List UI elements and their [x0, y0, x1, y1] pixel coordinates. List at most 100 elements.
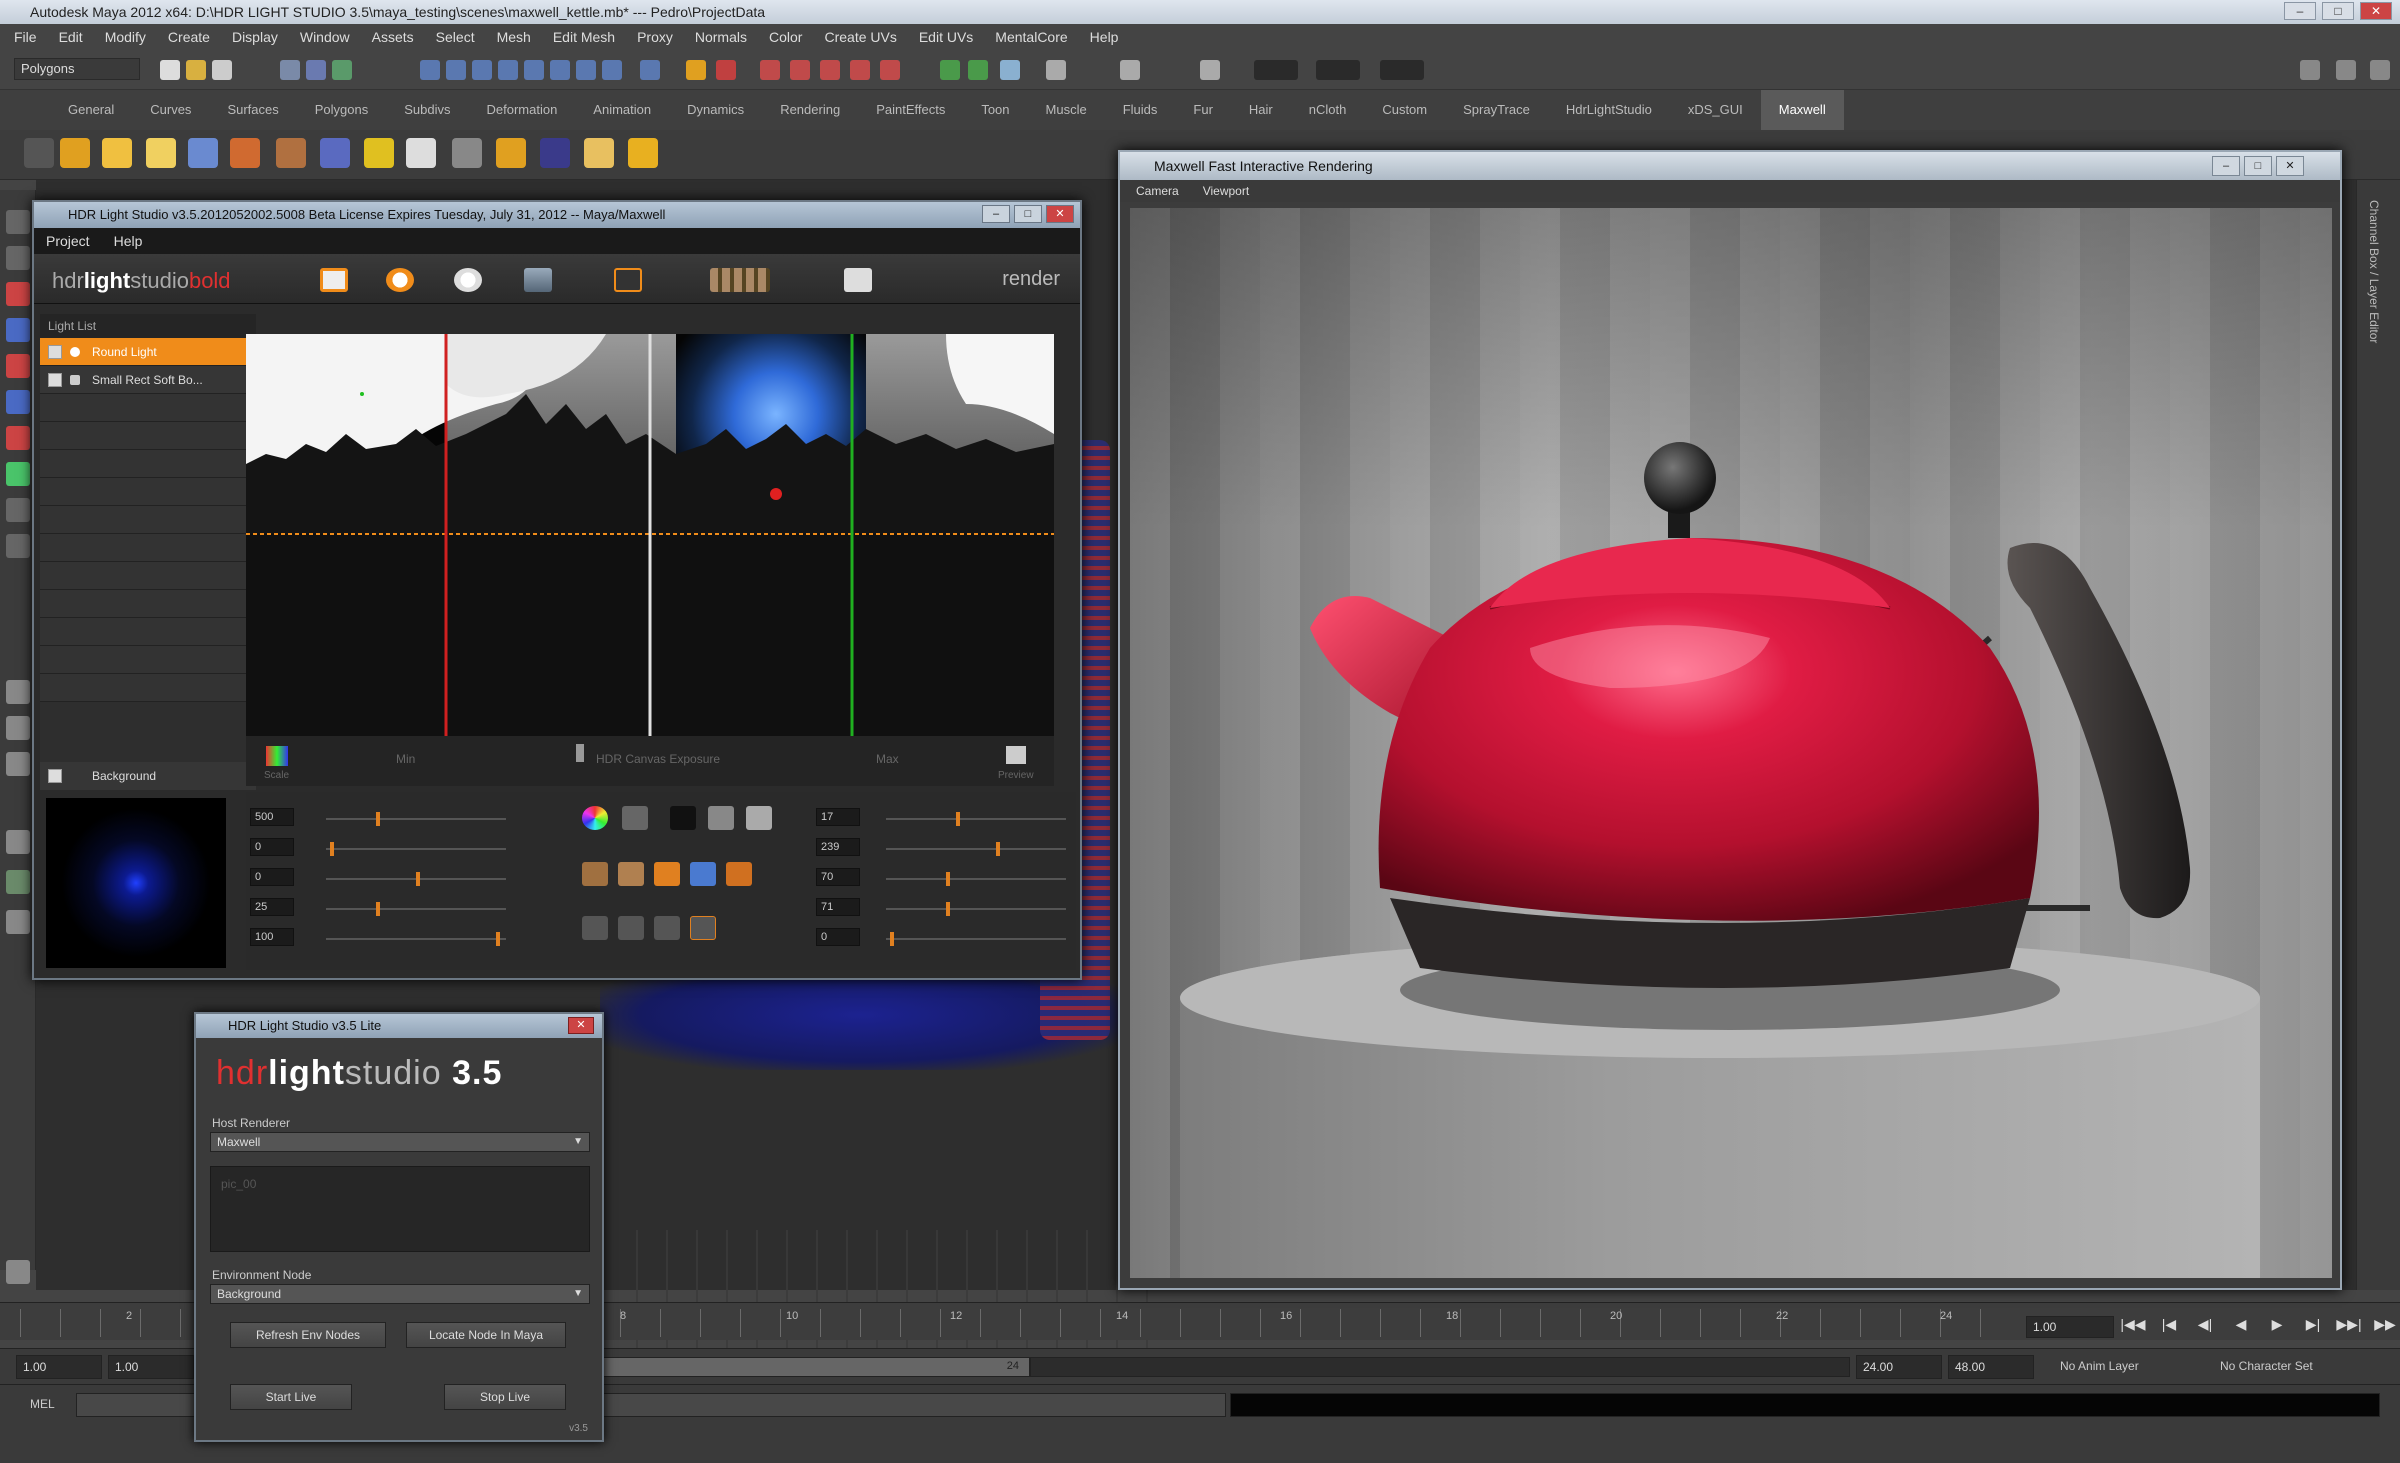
hdr-canvas[interactable] [246, 334, 1054, 736]
maxwell-studio-icon[interactable] [584, 138, 614, 168]
save-scene-icon[interactable] [212, 60, 232, 80]
history-icon[interactable] [880, 60, 900, 80]
height-slider[interactable] [886, 902, 1066, 916]
add-round-light-icon[interactable] [386, 268, 414, 292]
range-slider-track[interactable] [1030, 1357, 1850, 1377]
select-object-icon[interactable] [306, 60, 326, 80]
render-frame-icon[interactable] [940, 60, 960, 80]
locate-node-button[interactable]: Locate Node In Maya [406, 1322, 566, 1348]
hdr-close-button[interactable]: ✕ [1046, 205, 1074, 223]
toggle-tool-settings-icon[interactable] [2336, 60, 2356, 80]
shelf-tab-toon[interactable]: Toon [963, 90, 1027, 130]
persp-graph-layout-icon[interactable] [6, 830, 30, 854]
intensity-slider[interactable] [326, 812, 506, 826]
maxwell-light-icon[interactable] [364, 138, 394, 168]
animation-end-field[interactable]: 48.00 [1948, 1355, 2034, 1379]
blur-slider[interactable] [326, 902, 506, 916]
preset-fire-icon[interactable] [726, 862, 752, 886]
hypershade-layout-icon[interactable] [6, 870, 30, 894]
color-wheel-icon[interactable] [582, 806, 608, 830]
hdr-menu-project[interactable]: Project [46, 228, 90, 254]
height-field[interactable]: 71 [816, 898, 860, 916]
preset-blue-icon[interactable] [690, 862, 716, 886]
light-list-item[interactable]: Small Rect Soft Bo... [40, 366, 256, 394]
menu-edit-mesh[interactable]: Edit Mesh [553, 24, 615, 50]
shelf-tab-maxwell[interactable]: Maxwell [1760, 90, 1844, 130]
falloff-field[interactable]: 0 [250, 868, 294, 886]
z-field[interactable] [1380, 60, 1424, 80]
four-view-layout-icon[interactable] [6, 716, 30, 740]
scale-tool-icon[interactable] [6, 390, 30, 414]
go-to-end-button[interactable]: ▶▶ [2372, 1316, 2398, 1338]
snap-point-icon[interactable] [790, 60, 810, 80]
texture-icon[interactable] [622, 806, 648, 830]
width-slider[interactable] [886, 872, 1066, 886]
rotate-tool-icon[interactable] [6, 354, 30, 378]
mask-deform-icon[interactable] [524, 60, 544, 80]
shelf-menu-icon[interactable] [24, 138, 54, 168]
shelf-tab-polygons[interactable]: Polygons [297, 90, 386, 130]
script-editor-icon[interactable] [6, 1260, 30, 1284]
channel-box-tab[interactable]: Channel Box / Layer Editor [2367, 200, 2381, 343]
rotation-field[interactable]: 0 [816, 928, 860, 946]
refresh-env-nodes-button[interactable]: Refresh Env Nodes [230, 1322, 386, 1348]
menu-create[interactable]: Create [168, 24, 210, 50]
shelf-tab-xds-gui[interactable]: xDS_GUI [1670, 90, 1761, 130]
shelf-tab-spraytrace[interactable]: SprayTrace [1445, 90, 1548, 130]
hdr-maximize-button[interactable]: □ [1014, 205, 1042, 223]
add-rect-light-icon[interactable] [320, 268, 348, 292]
maxwell-material-icon[interactable] [188, 138, 218, 168]
maxwell-volume-icon[interactable] [496, 138, 526, 168]
white-swatch-icon[interactable] [746, 806, 772, 830]
shelf-tab-fluids[interactable]: Fluids [1105, 90, 1176, 130]
y-field[interactable] [1316, 60, 1360, 80]
highlight-selection-icon[interactable] [686, 60, 706, 80]
toggle-channel-box-icon[interactable] [2370, 60, 2390, 80]
shelf-tab-general[interactable]: General [50, 90, 132, 130]
light-list-item[interactable]: Round Light [40, 338, 256, 366]
mask-misc-icon[interactable] [602, 60, 622, 80]
maxwell-fire-icon[interactable] [406, 138, 436, 168]
shelf-tab-muscle[interactable]: Muscle [1028, 90, 1105, 130]
toggle-attribute-editor-icon[interactable] [2300, 60, 2320, 80]
color-picker-icon[interactable] [266, 746, 288, 766]
fire-minimize-button[interactable]: – [2212, 156, 2240, 176]
menu-edit-uvs[interactable]: Edit UVs [919, 24, 973, 50]
shelf-tab-painteffects[interactable]: PaintEffects [858, 90, 963, 130]
shelf-tab-deformation[interactable]: Deformation [468, 90, 575, 130]
mask-dynamics-icon[interactable] [550, 60, 570, 80]
x-field[interactable] [1254, 60, 1298, 80]
maxwell-sky-icon[interactable] [146, 138, 176, 168]
menu-proxy[interactable]: Proxy [637, 24, 673, 50]
character-set-menu[interactable]: No Character Set [2220, 1359, 2313, 1373]
close-button[interactable]: ✕ [2360, 2, 2392, 20]
menu-edit[interactable]: Edit [59, 24, 83, 50]
last-tool-icon[interactable] [6, 534, 30, 558]
persp-outliner-layout-icon[interactable] [6, 752, 30, 776]
current-frame-field[interactable]: 1.00 [2026, 1316, 2114, 1338]
background-row[interactable]: Background [40, 762, 256, 790]
select-hierarchy-icon[interactable] [280, 60, 300, 80]
input-line-icon[interactable] [1046, 60, 1066, 80]
light-visibility-checkbox[interactable] [48, 345, 62, 359]
menu-color[interactable]: Color [769, 24, 802, 50]
step-forward-frame-button[interactable]: ▶| [2300, 1316, 2326, 1338]
shelf-tab-subdivs[interactable]: Subdivs [386, 90, 468, 130]
add-image-light-icon[interactable] [524, 268, 552, 292]
host-renderer-select[interactable]: Maxwell ▼ [210, 1132, 590, 1152]
mask-handles-icon[interactable] [420, 60, 440, 80]
fire-render-view[interactable] [1130, 208, 2332, 1278]
menu-create-uvs[interactable]: Create UVs [824, 24, 896, 50]
light-visibility-checkbox[interactable] [48, 373, 62, 387]
opacity-slider[interactable] [326, 932, 506, 946]
environment-node-select[interactable]: Background ▼ [210, 1284, 590, 1304]
make-live-icon[interactable] [850, 60, 870, 80]
maxwell-mxs-icon[interactable] [452, 138, 482, 168]
maxwell-scatter-icon[interactable] [276, 138, 306, 168]
rotation-slider[interactable] [886, 932, 1066, 946]
mask-render-icon[interactable] [576, 60, 596, 80]
fire-maximize-button[interactable]: □ [2244, 156, 2272, 176]
relative-transform-icon[interactable] [1200, 60, 1220, 80]
mask-surfaces-icon[interactable] [498, 60, 518, 80]
light-preset-icon[interactable] [614, 268, 642, 292]
